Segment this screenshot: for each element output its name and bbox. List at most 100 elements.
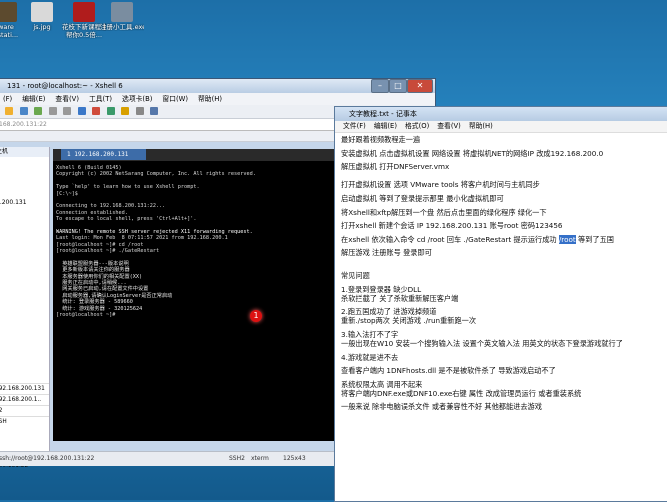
- text-segment: 3.输入法打不了字: [341, 329, 399, 339]
- notepad-title: 文字教程.txt - 记事本: [349, 110, 417, 118]
- xftp-icon[interactable]: [92, 107, 101, 115]
- font-icon[interactable]: [135, 107, 144, 115]
- menu-item[interactable]: 格式(O): [405, 122, 429, 130]
- desktop-icon-label: kstati...: [0, 31, 19, 39]
- menu-item[interactable]: 帮助(H): [198, 95, 222, 103]
- text-segment: 一般出现在W10 安装一个搜狗输入法 设置个英文输入法 用英文的状态下登录游戏就…: [341, 338, 623, 348]
- text-segment: 最好跟着视频教程走一遍: [341, 135, 421, 144]
- globe-icon[interactable]: [106, 107, 115, 115]
- menu-item[interactable]: 窗口(W): [162, 95, 188, 103]
- desktop-icon[interactable]: 注册小工具.exe: [100, 2, 144, 31]
- text-segment: 系统权限太高 调用不起来: [341, 379, 423, 389]
- status-field: SSH2: [229, 455, 245, 462]
- text-segment: 启动虚拟机 等到了登录提示那里 最小化虚拟机即可: [341, 193, 504, 203]
- menu-item[interactable]: 选项卡(B): [122, 95, 152, 103]
- text-segment: 等到了五国: [575, 234, 614, 244]
- session-manager-pane[interactable]: 主机 8.200.131 192.168.200.131192.168.200.…: [0, 147, 50, 469]
- property-value: 192.168.200.131: [0, 383, 49, 394]
- text-segment: 常见问题: [341, 271, 370, 281]
- xshell-title-bar[interactable]: 131 - root@localhost:~ - Xshell 6 – □ ✕: [0, 79, 435, 93]
- terminal-tab[interactable]: 1 192.168.200.131: [61, 149, 147, 160]
- text-line: 3.输入法打不了字: [341, 330, 663, 339]
- notepad-menubar: 文件(F) 编辑(E) 格式(O) 查看(V) 帮助(H): [335, 121, 667, 133]
- text-line: 查看客户端内 1DNFhosts.dll 是不是被软件杀了 导致游戏启动不了: [341, 366, 663, 375]
- text-line: 最好跟着视频教程走一遍: [341, 135, 663, 144]
- text-line: 杀软拦截了 关了杀软重新解压客户端: [341, 294, 663, 303]
- text-segment: 1.登录到登录器 缺少DLL: [341, 284, 422, 294]
- text-line: 解压虚拟机 打开DNFServer.vmx: [341, 162, 663, 171]
- text-line: 系统权限太高 调用不起来: [341, 380, 663, 389]
- open-icon[interactable]: [19, 107, 28, 115]
- settings-icon[interactable]: [150, 107, 159, 115]
- text-line: 1.登录到登录器 缺少DLL: [341, 285, 663, 294]
- copy-icon[interactable]: [48, 107, 57, 115]
- menu-item[interactable]: 帮助(H): [469, 122, 493, 130]
- text-line: 在xshell 依次输入命令 cd /root 回车 ./GateRestart…: [341, 234, 663, 244]
- text-line: 打开虚拟机设置 选项 VMware tools 将客户机时间与主机同步: [341, 180, 663, 189]
- search-icon[interactable]: [77, 107, 86, 115]
- menu-item[interactable]: 查看(V): [55, 95, 79, 103]
- text-segment: 4.游戏就是进不去: [341, 352, 399, 362]
- text-segment: 解压游戏 注册账号 登录即可: [341, 248, 432, 258]
- text-line: 打开xshell 新建个会话 IP 192.168.200.131 账号root…: [341, 221, 663, 230]
- connect-icon[interactable]: [34, 107, 43, 115]
- text-segment: 杀软拦截了 关了杀软重新解压客户端: [341, 293, 459, 303]
- lock-icon[interactable]: [121, 107, 130, 115]
- text-segment: 解压虚拟机 打开DNFServer.vmx: [341, 162, 450, 172]
- xshell-title: 131 - root@localhost:~ - Xshell 6: [7, 82, 123, 90]
- text-line: 常见问题: [341, 271, 663, 280]
- desktop-icon-label: 帮你0.5倍...: [65, 31, 103, 39]
- text-line: 解压游戏 注册账号 登录即可: [341, 248, 663, 257]
- text-segment: 重新./stop两次 关闭游戏 ./run重新跑一次: [341, 316, 477, 326]
- text-line: 重新./stop两次 关闭游戏 ./run重新跑一次: [341, 316, 663, 325]
- text-line: 4.游戏就是进不去: [341, 353, 663, 362]
- text-segment: 2.跑五国成功了 进游戏掉频道: [341, 307, 437, 317]
- property-value: 22: [0, 405, 49, 416]
- text-segment: 打开xshell 新建个会话 IP 192.168.200.131 账号root…: [341, 221, 563, 231]
- text-line: 安装虚拟机 点击虚拟机设置 网络设置 将虚拟机NET的网络IP 改成192.16…: [341, 149, 663, 158]
- text-line: 一般来说 除非电脑误杀文件 或者兼容性不好 其他都能进去游戏: [341, 402, 663, 411]
- paste-icon[interactable]: [63, 107, 72, 115]
- menu-item[interactable]: 查看(V): [437, 122, 461, 130]
- text-line: 将客户端内DNF.exe或DNF10.exe右键 属性 改成管理员运行 或者重装…: [341, 389, 663, 398]
- text-segment: 打开虚拟机设置 选项 VMware tools 将客户机时间与主机同步: [341, 180, 540, 190]
- text-segment: 在xshell 依次输入命令 cd /root 回车 ./GateRestart…: [341, 234, 559, 244]
- text-segment: 查看客户端内 1DNFhosts.dll 是不是被软件杀了 导致游戏启动不了: [341, 366, 556, 376]
- notepad-text-area[interactable]: 最好跟着视频教程走一遍安装虚拟机 点击虚拟机设置 网络设置 将虚拟机NET的网络…: [341, 135, 663, 499]
- selected-text: /root: [558, 234, 576, 244]
- session-header: 主机: [0, 147, 49, 157]
- desktop-icon-label: js.jpg: [33, 23, 51, 31]
- text-line: 启动虚拟机 等到了登录提示那里 最小化虚拟机即可: [341, 194, 663, 203]
- xshell-menubar: (F) 编辑(E) 查看(V) 工具(T) 选项卡(B) 窗口(W) 帮助(H): [0, 93, 435, 105]
- text-segment: 一般来说 除非电脑误杀文件 或者兼容性不好 其他都能进去游戏: [341, 402, 542, 412]
- menu-item[interactable]: 编辑(E): [374, 122, 397, 130]
- notepad-window[interactable]: 文字教程.txt - 记事本 文件(F) 编辑(E) 格式(O) 查看(V) 帮助(H)…: [334, 106, 667, 502]
- file-icon: [73, 2, 95, 22]
- property-value: SSH: [0, 416, 49, 427]
- menu-item[interactable]: 编辑(E): [22, 95, 45, 103]
- text-line: 将Xshell和xftp解压到一个盘 然后点击里面的绿化程序 绿化一下: [341, 208, 663, 217]
- text-line: 一般出现在W10 安装一个搜狗输入法 设置个英文输入法 用英文的状态下登录游戏就…: [341, 339, 663, 348]
- minimize-button[interactable]: –: [371, 79, 389, 93]
- menu-item[interactable]: 文件(F): [343, 122, 366, 130]
- file-icon: [111, 2, 133, 22]
- recording-indicator: 1: [250, 310, 262, 322]
- file-icon: [31, 2, 53, 22]
- status-field: xterm: [251, 455, 269, 462]
- new-session-icon[interactable]: [5, 107, 13, 115]
- file-icon: [0, 2, 17, 22]
- menu-item[interactable]: (F): [3, 95, 12, 103]
- desktop-icon-label: 注册小工具.exe: [100, 23, 144, 31]
- status-field: ssh://root@192.168.200.131:22: [0, 455, 95, 462]
- text-segment: 将Xshell和xftp解压到一个盘 然后点击里面的绿化程序 绿化一下: [341, 207, 547, 217]
- desktop-icon[interactable]: js.jpg: [20, 2, 64, 31]
- session-item[interactable]: 8.200.131: [0, 197, 49, 209]
- property-value: 192.168.200.1..: [0, 394, 49, 405]
- maximize-button[interactable]: □: [389, 79, 407, 93]
- text-line: 2.跑五国成功了 进游戏掉频道: [341, 307, 663, 316]
- menu-item[interactable]: 工具(T): [89, 95, 112, 103]
- text-segment: 安装虚拟机 点击虚拟机设置 网络设置 将虚拟机NET的网络IP 改成192.16…: [341, 148, 604, 158]
- close-button[interactable]: ✕: [407, 79, 433, 93]
- text-segment: 将客户端内DNF.exe或DNF10.exe右键 属性 改成管理员运行 或者重装…: [341, 388, 582, 398]
- notepad-title-bar[interactable]: 文字教程.txt - 记事本: [335, 107, 667, 121]
